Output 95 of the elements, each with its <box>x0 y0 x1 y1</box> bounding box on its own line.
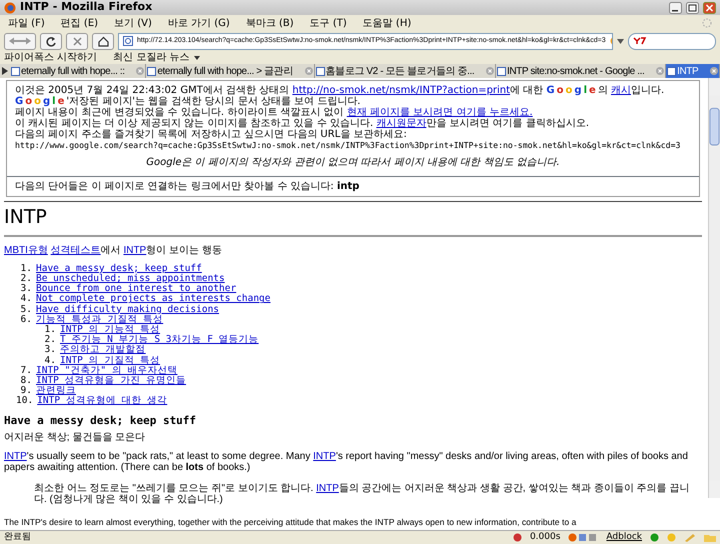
bookmark-link[interactable]: 파이어폭스 시작하기 <box>4 52 98 64</box>
firefox-icon <box>4 2 16 14</box>
menu-item[interactable]: 보기 (V) <box>114 16 152 30</box>
section-heading: Have a messy desk; keep stuff <box>4 414 198 426</box>
link[interactable]: INTP <box>313 450 336 462</box>
link[interactable]: MBTI유형 <box>4 244 48 256</box>
list-number: 5. <box>20 304 32 315</box>
tab-close-icon[interactable] <box>304 67 313 75</box>
toc-link[interactable]: Have a messy desk; keep stuff <box>36 262 202 274</box>
dot-icon <box>650 533 659 542</box>
reload-button[interactable] <box>40 32 62 50</box>
cache-url: http://www.google.com/search?q=cache:Gp3SsEtSwtwJ:no-smok.net/nsmk/INTP%3Faction%3Dprint+INTP+site:no-smok.net&hl=ko&gl=kr&ct=clnk&cd=3 <box>15 140 682 151</box>
minimize-icon[interactable] <box>669 2 682 14</box>
paragraph-text: INTP's usually seem to be "pack rats," at least to some degree. Many INTP's report having "messy" desks and/or living areas, often with piles of books and papers awaiting attention. (There can be lots of books.) <box>4 450 689 473</box>
page-heading: INTP <box>4 206 702 237</box>
throbber-icon <box>702 18 712 28</box>
list-number: 7. <box>20 366 32 376</box>
link[interactable]: 캐시원문자 <box>376 118 426 129</box>
link[interactable]: INTP <box>4 450 27 462</box>
stop-icon <box>72 36 82 46</box>
folder-icon <box>704 533 716 542</box>
home-icon <box>98 36 108 46</box>
page-icon <box>123 36 133 46</box>
tab-close-icon[interactable] <box>136 67 144 75</box>
quote-text: 최소한 어느 정도로는 "쓰레기를 모으는 쥐"로 보이기도 합니다. INTP들의 공간에는 어지러운 책상과 생활 공간, 쌓여있는 책과 종이들이 주의를 끕니다. (엄청나게 많은 책이 있을 수 있습니다.) <box>34 482 690 505</box>
maximize-icon[interactable] <box>686 2 699 14</box>
menu-item[interactable]: 편집 (E) <box>60 16 98 30</box>
reload-icon <box>46 36 56 46</box>
list-number: 1. <box>44 325 56 336</box>
toc-link[interactable]: Bounce from one interest to another <box>36 283 236 294</box>
status-text: 완료됨 <box>4 530 32 544</box>
close-icon[interactable] <box>703 2 716 14</box>
link[interactable]: INTP <box>316 482 339 494</box>
toc-link[interactable]: INTP "건축가" 의 배우자선택 <box>36 364 178 376</box>
menu-item[interactable]: 북마크 (B) <box>246 16 294 30</box>
page-icon <box>11 66 20 76</box>
link[interactable]: 현재 페이지를 보시려면 여기를 누르세요. <box>346 107 533 118</box>
list-number: 9. <box>20 386 32 396</box>
toc-link[interactable]: 주의하고 개발할점 <box>60 344 146 356</box>
intro-text: MBTI유형 성격테스트에서 INTP형이 보이는 행동 <box>4 244 223 256</box>
menu-item[interactable]: 도움말 (H) <box>362 16 412 30</box>
list-number: 1. <box>20 264 32 274</box>
toc-link[interactable]: INTP 성격유형에 대한 생각 <box>37 395 168 406</box>
link[interactable]: http://no-smok.net/nsmk/INTP?action=print <box>292 85 510 96</box>
tab-close-icon[interactable] <box>486 67 494 75</box>
toc-link[interactable]: T 주기능 N 부기능 S 3차기능 F 열등기능 <box>60 334 259 346</box>
dropdown-icon[interactable] <box>617 38 624 44</box>
search-field[interactable] <box>628 32 716 50</box>
notice-line: 다음의 페이지 주소를 즐겨찾기 목록에 저장하시고 싶으시면 다음의 URL을 보관하세요: <box>15 129 408 140</box>
tab[interactable]: INTP <box>666 64 720 78</box>
terms-text: 다음의 단어들은 이 페이지로 연결하는 링크에서만 찾아볼 수 있습니다: intp <box>7 176 699 196</box>
toc-link[interactable]: INTP 성격유형을 가진 유명인들 <box>36 375 186 386</box>
page-icon <box>147 66 156 76</box>
menu-item[interactable]: 바로 가기 (G) <box>168 16 230 30</box>
status-icon <box>512 533 522 542</box>
list-number: 2. <box>44 335 56 346</box>
link[interactable]: 캐시 <box>610 85 631 96</box>
list-number: 2. <box>20 274 32 284</box>
caret-icon <box>194 56 200 60</box>
list-number: 10. <box>16 396 34 407</box>
notice-line: 이 캐시된 페이지는 더 이상 제공되지 않는 이미지를 참조하고 있을 수 있습니다. 캐시원문자만을 보시려면 여기를 클릭하십시오. <box>15 118 590 129</box>
list-number: 3. <box>20 284 32 294</box>
list-number: 4. <box>44 356 56 366</box>
search-engine-icon <box>633 37 647 45</box>
toc-link[interactable]: 관련링크 <box>36 385 76 396</box>
list-number: 6. <box>20 314 32 326</box>
toc-link[interactable]: Be unscheduled; miss appointments <box>36 273 225 284</box>
link[interactable]: INTP <box>123 244 146 256</box>
list-number: 3. <box>44 345 56 356</box>
list-number: 8. <box>20 376 32 386</box>
list-number: 4. <box>20 294 32 305</box>
back-forward-icon <box>8 37 32 45</box>
page-icon <box>496 66 506 76</box>
toc-link[interactable]: 기능적 특성과 기질적 특성 <box>36 314 164 325</box>
menu-item[interactable]: 도구 (T) <box>310 16 347 30</box>
notice-line: 페이지 내용이 최근에 변경되었을 수 있습니다. 하이라이트 색깔표시 없이 현재 페이지를 보시려면 여기를 누르세요. <box>15 107 534 118</box>
window-title: INTP - Mozilla Firefox <box>20 0 154 16</box>
home-button[interactable] <box>92 32 114 50</box>
tab-close-icon[interactable] <box>710 67 718 75</box>
toc-link[interactable]: Have difficulty making decisions <box>36 304 220 315</box>
tab-close-icon[interactable] <box>656 67 664 75</box>
paragraph-text: The INTP's desire to learn almost everything, together with the perceiving attitude that makes the INTP always open to new information, contribute to a <box>4 516 576 528</box>
tab-scroll-icon[interactable] <box>0 67 10 75</box>
link[interactable]: 성격테스트 <box>50 244 101 256</box>
bookmark-link[interactable]: 최신 모질라 뉴스 <box>113 52 200 64</box>
extension-icons-drawing <box>568 533 598 542</box>
page-icon <box>316 66 325 76</box>
timer-text: 0.000s <box>530 530 560 544</box>
disclaimer-text: Google은 이 페이지의 작성자와 관련이 없으며 따라서 페이지 내용에 대한 책임도 없습니다. <box>145 157 561 168</box>
page-icon <box>667 66 676 76</box>
adblock-link[interactable]: Adblock <box>606 530 642 544</box>
toc-link[interactable]: Not complete projects as interests change <box>36 293 270 304</box>
toc-link[interactable]: INTP 의 기능적 특성 <box>60 324 160 336</box>
menu-item[interactable]: 파일 (F) <box>8 16 45 30</box>
section-subtitle: 어지러운 책상; 물건들을 모은다 <box>4 432 146 443</box>
